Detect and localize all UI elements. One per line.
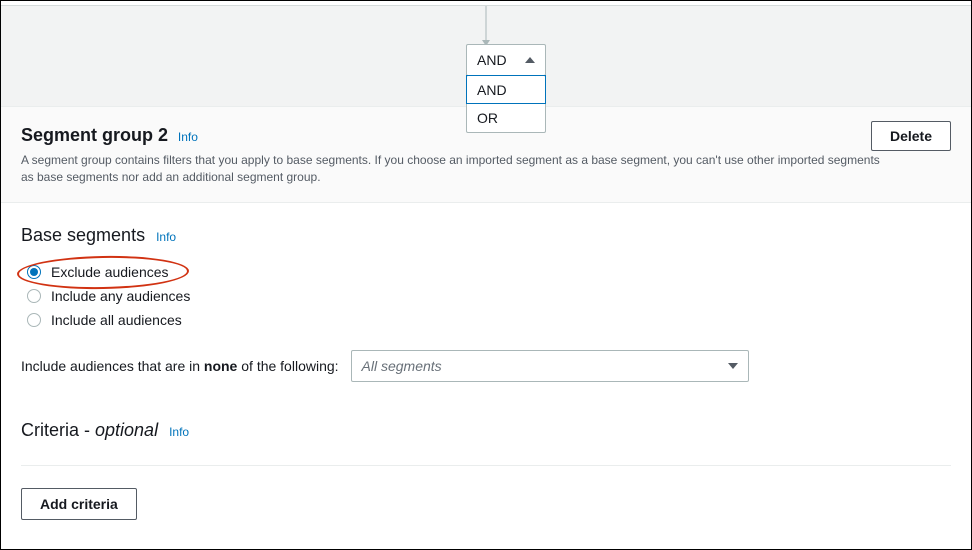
segment-group-info-link[interactable]: Info: [178, 130, 198, 144]
criteria-title-optional: optional: [95, 420, 158, 440]
connector-line: [486, 6, 487, 44]
criteria-title-prefix: Criteria -: [21, 420, 95, 440]
radio-icon: [27, 313, 41, 327]
radio-icon: [27, 265, 41, 279]
radio-icon: [27, 289, 41, 303]
audience-filter-row: Include audiences that are in none of th…: [21, 350, 951, 382]
radio-exclude-audiences[interactable]: Exclude audiences: [27, 264, 951, 280]
base-segments-section: Base segments Info Exclude audiences Inc…: [1, 203, 971, 404]
radio-label-include-all: Include all audiences: [51, 312, 182, 328]
filter-label-bold: none: [204, 358, 237, 374]
segments-select[interactable]: All segments: [351, 350, 749, 382]
criteria-info-link[interactable]: Info: [169, 425, 189, 439]
add-criteria-button[interactable]: Add criteria: [21, 488, 137, 520]
filter-label-suffix: of the following:: [237, 358, 338, 374]
radio-include-all-audiences[interactable]: Include all audiences: [27, 312, 951, 328]
operator-option-or[interactable]: OR: [467, 103, 545, 132]
delete-button[interactable]: Delete: [871, 121, 951, 151]
operator-dropdown-trigger[interactable]: AND: [466, 44, 546, 76]
filter-label-prefix: Include audiences that are in: [21, 358, 204, 374]
operator-band: AND AND OR: [1, 5, 971, 107]
segment-group-title: Segment group 2: [21, 125, 168, 146]
radio-include-any-audiences[interactable]: Include any audiences: [27, 288, 951, 304]
radio-label-exclude: Exclude audiences: [51, 264, 169, 280]
filter-label: Include audiences that are in none of th…: [21, 358, 339, 374]
base-segments-info-link[interactable]: Info: [156, 230, 176, 244]
caret-up-icon: [525, 57, 535, 63]
caret-down-icon: [728, 363, 738, 369]
radio-label-include-any: Include any audiences: [51, 288, 190, 304]
audience-radio-group: Exclude audiences Include any audiences …: [27, 264, 951, 328]
segment-group-description: A segment group contains filters that yo…: [21, 152, 891, 186]
operator-dropdown-menu: AND OR: [466, 75, 546, 133]
base-segments-title: Base segments: [21, 225, 145, 245]
segments-select-placeholder: All segments: [362, 358, 442, 374]
criteria-section: Criteria - optional Info Add criteria: [1, 404, 971, 538]
operator-option-and[interactable]: AND: [466, 75, 546, 104]
operator-dropdown-value: AND: [477, 52, 507, 68]
